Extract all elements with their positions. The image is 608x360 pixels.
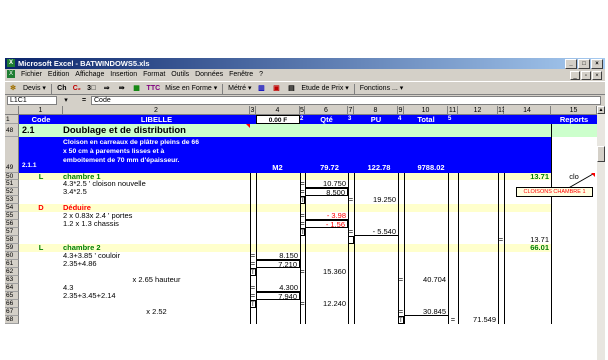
wand-icon[interactable]: ✻: [8, 84, 18, 94]
scroll-up-arrow-icon[interactable]: ▲: [597, 106, 605, 114]
doc-close-button[interactable]: ×: [592, 71, 602, 80]
spreadsheet-grid[interactable]: 1 2 3 4 5 6 7 8 9 10 11 12 13 14 15 1 Co…: [5, 106, 597, 360]
formula-equals-label: =: [81, 97, 87, 104]
menu-outils[interactable]: Outils: [171, 71, 189, 78]
devis-menu[interactable]: Devis ▾: [23, 82, 46, 96]
arrow-next-icon[interactable]: ⇛: [117, 84, 127, 94]
doc-minimize-button[interactable]: _: [570, 71, 580, 80]
title-bar: X Microsoft Excel - BATWINDOWS5.xls _ □ ×: [5, 58, 605, 69]
comment-indicator: [591, 173, 595, 177]
ttc-button[interactable]: TTC: [147, 82, 161, 96]
menu-affichage[interactable]: Affichage: [75, 71, 104, 78]
comment-arrow: [564, 173, 594, 191]
grid-icon[interactable]: ▦: [132, 84, 142, 94]
doc-restore-button[interactable]: ▫: [581, 71, 591, 80]
paste-icon[interactable]: ▣: [271, 84, 281, 94]
indent-icon[interactable]: 3⃥: [87, 84, 97, 94]
menu-fenetre[interactable]: Fenêtre: [229, 71, 253, 78]
minimize-button[interactable]: _: [565, 59, 577, 69]
workbook-icon[interactable]: X: [7, 70, 15, 79]
chapter-1-icon[interactable]: Ch: [57, 84, 67, 94]
fonctions-menu[interactable]: Fonctions ... ▾: [360, 82, 404, 96]
formula-input[interactable]: Code: [91, 96, 601, 105]
chart-icon[interactable]: ▥: [256, 84, 266, 94]
excel-app-icon: X: [7, 59, 15, 67]
vertical-scrollbar[interactable]: ▲: [597, 106, 605, 360]
menu-bar: X Fichier Edition Affichage Insertion Fo…: [5, 69, 605, 81]
arrow-right-icon[interactable]: ⇒: [102, 84, 112, 94]
formula-bar: L1C1 ▾ = Code: [5, 95, 605, 106]
menu-insertion[interactable]: Insertion: [110, 71, 137, 78]
menu-format[interactable]: Format: [143, 71, 165, 78]
etude-de-prix-menu[interactable]: Etude de Prix ▾: [301, 82, 348, 96]
toolbar-separator: [353, 84, 355, 94]
toolbar-separator: [50, 84, 52, 94]
cell-comment-box[interactable]: CLOISONS CHAMBRE 1: [516, 187, 593, 197]
toolbar: ✻ Devis ▾ Ch C₂ 3⃥ ⇒ ⇛ ▦ TTC Mise en For…: [5, 81, 605, 95]
menu-donnees[interactable]: Données: [195, 71, 223, 78]
scrollbar-thumb[interactable]: [597, 146, 605, 162]
menu-edition[interactable]: Edition: [48, 71, 69, 78]
mise-en-forme-menu[interactable]: Mise en Forme ▾: [165, 82, 217, 96]
name-box[interactable]: L1C1: [7, 96, 57, 105]
toolbar-separator: [222, 84, 224, 94]
close-button[interactable]: ×: [591, 59, 603, 69]
excel-window: X Microsoft Excel - BATWINDOWS5.xls _ □ × X…: [5, 58, 605, 360]
metre-menu[interactable]: Métré ▾: [228, 82, 251, 96]
menu-help[interactable]: ?: [259, 71, 263, 78]
maximize-button[interactable]: □: [578, 59, 590, 69]
window-title: Microsoft Excel - BATWINDOWS5.xls: [18, 59, 150, 68]
name-box-dropdown-icon[interactable]: ▾: [61, 95, 71, 105]
chapter-2-icon[interactable]: C₂: [72, 84, 82, 94]
document-icon[interactable]: ▤: [286, 84, 296, 94]
menu-fichier[interactable]: Fichier: [21, 71, 42, 78]
